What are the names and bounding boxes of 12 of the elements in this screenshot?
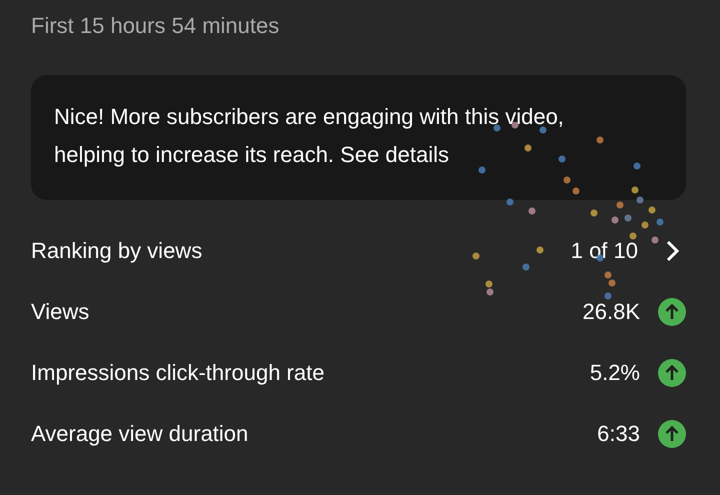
metric-value: 6:33 [597,420,640,448]
see-details-link[interactable]: See details [340,142,450,167]
metric-value: 5.2% [590,359,640,387]
metric-label: Ranking by views [31,237,204,265]
metric-label: Impressions click-through rate [31,359,326,387]
metric-value: 1 of 10 [570,237,638,265]
metric-value: 26.8K [582,298,640,326]
metric-label: Views [31,298,90,326]
insight-text: Nice! More subscribers are engaging with this video, helping to increase its reach. See details [54,103,565,169]
metric-label: Average view duration [31,420,250,448]
subtitle: First 15 hours 54 minutes [31,12,280,40]
chevron-right-icon[interactable] [665,240,679,262]
